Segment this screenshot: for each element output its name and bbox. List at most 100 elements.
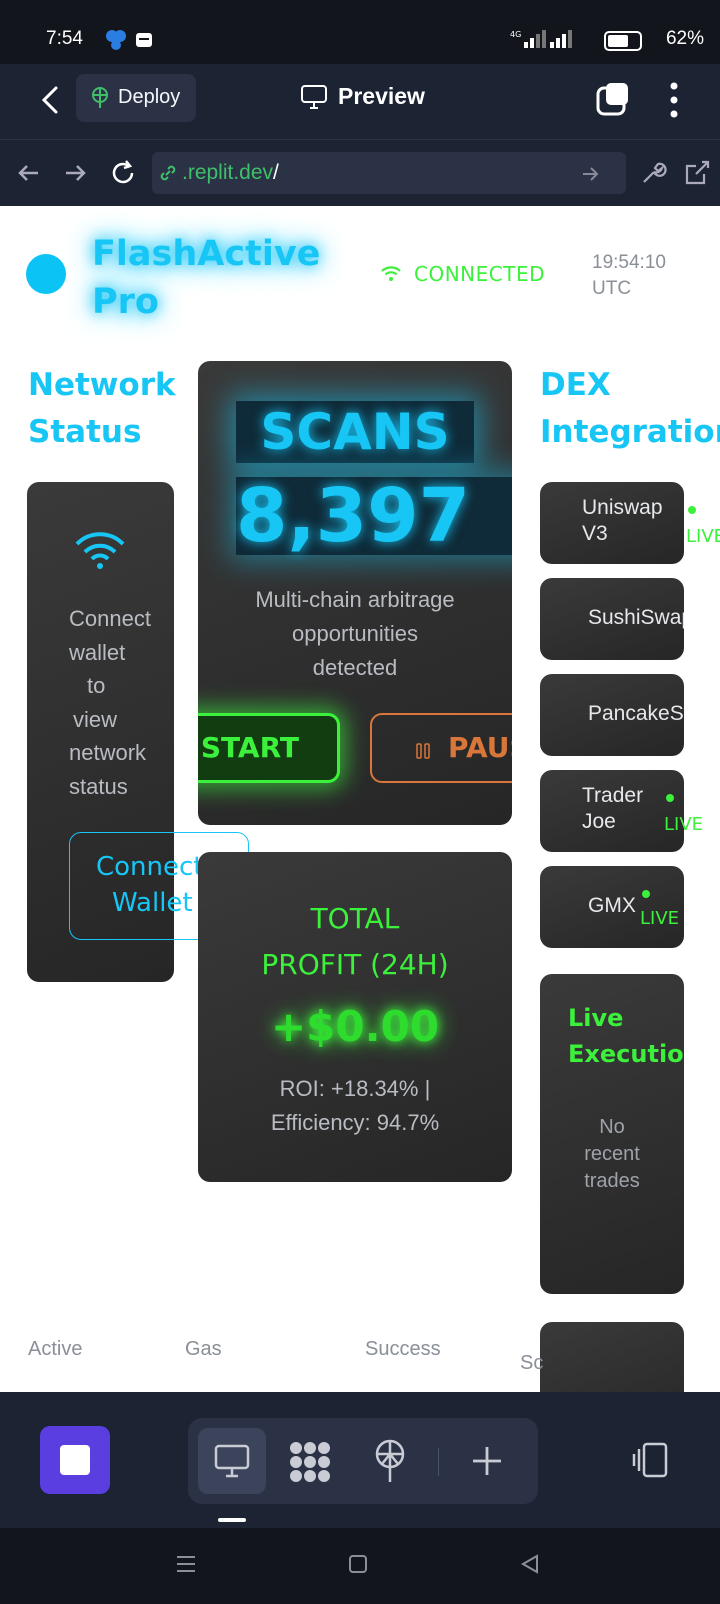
more-options-icon[interactable]: [664, 80, 684, 120]
scans-count: 8,397: [236, 477, 512, 555]
workspace-icon[interactable]: [288, 1440, 332, 1482]
pause-button[interactable]: PAUSE: [370, 713, 512, 783]
sim-icon: [136, 33, 152, 47]
clock-zone: UTC: [592, 278, 632, 299]
brand-line1: FlashActive: [92, 234, 321, 274]
profit-title-line1: TOTAL: [310, 902, 400, 935]
deploy-button[interactable]: Deploy: [76, 74, 196, 122]
dex-name-line1: Trader: [582, 784, 644, 807]
live-badge: LIVE: [664, 814, 704, 835]
dex-title-line2: Integration: [540, 414, 720, 450]
utc-clock: 19:54:10 UTC: [592, 250, 666, 302]
profit-title: TOTAL PROFIT (24H): [198, 896, 512, 988]
stop-button[interactable]: [40, 1426, 110, 1494]
url-field[interactable]: .replit.dev/: [152, 152, 626, 194]
profit-title-line2: PROFIT (24H): [261, 948, 449, 981]
signal-icon: [550, 30, 572, 48]
go-icon[interactable]: [580, 164, 600, 184]
app-preview: FlashActive Pro CONNECTED 19:54:10 UTC N…: [0, 206, 720, 1392]
brand-title: FlashActive Pro: [92, 230, 320, 326]
dex-item-pancakeswap[interactable]: PancakeSwap: [540, 674, 684, 756]
deploy-tab-icon[interactable]: [370, 1438, 410, 1484]
stat-label-success: Success: [365, 1338, 441, 1360]
replit-header: Deploy Preview: [0, 64, 720, 140]
svg-text:4G: 4G: [510, 30, 521, 39]
reload-icon[interactable]: [108, 158, 138, 188]
stop-icon: [60, 1445, 90, 1475]
dex-item-gmx[interactable]: GMX LIVE: [540, 866, 684, 948]
deploy-icon: [92, 87, 108, 108]
stat-label-gas: Gas: [185, 1338, 222, 1360]
preview-label: Preview: [338, 83, 425, 109]
wifi-signal-icon: [75, 532, 125, 569]
live-dot: [666, 794, 674, 802]
link-icon: [160, 165, 176, 181]
message-word: status: [69, 773, 128, 799]
desc-line2: opportunities: [292, 621, 418, 646]
live-title-line2: Execution: [568, 1040, 684, 1068]
desc-line3: detected: [312, 655, 398, 680]
dex-name-line2: V3: [582, 522, 608, 545]
system-status-bar: 7:54 4G 62%: [0, 0, 720, 64]
dex-item-uniswap[interactable]: Uniswap V3 LIVE: [540, 482, 720, 564]
network-title-line1: Network: [28, 367, 176, 403]
message-word: view: [73, 706, 118, 732]
empty-line2: recent: [584, 1143, 640, 1165]
recents-icon[interactable]: [174, 1552, 198, 1576]
live-badge: LIVE: [686, 526, 720, 547]
empty-line1: No: [599, 1116, 625, 1138]
tool-tabs: [188, 1418, 538, 1504]
dex-name: SushiSwap: [588, 606, 684, 629]
battery-icon: [604, 31, 642, 51]
scans-label: SCANS: [236, 401, 474, 463]
connection-status: CONNECTED: [414, 262, 545, 286]
start-label: START: [200, 731, 299, 764]
tab-preview[interactable]: [198, 1428, 266, 1494]
signal-4g-icon: 4G: [510, 30, 546, 48]
open-external-icon[interactable]: [682, 158, 712, 188]
status-dot: [26, 254, 66, 294]
network-title-line2: Status: [28, 414, 142, 450]
dex-name: PancakeSwap: [588, 702, 684, 725]
devtools-wrench-icon[interactable]: [638, 158, 668, 188]
flash-card: [540, 1322, 684, 1392]
desc-line1: Multi-chain arbitrage: [255, 587, 455, 612]
connect-button-clip: [174, 826, 198, 946]
battery-percent: 62%: [665, 28, 704, 49]
message-word: network: [69, 740, 147, 765]
message-word: Connect: [69, 606, 151, 631]
roi-line: ROI: +18.34% |: [279, 1076, 431, 1101]
monitor-icon: [301, 85, 327, 109]
home-icon[interactable]: [346, 1552, 370, 1576]
message-word: to: [87, 673, 106, 698]
live-execution-title: Live Execution: [568, 1000, 684, 1072]
wifi-icon: [381, 266, 401, 281]
add-icon[interactable]: [470, 1444, 504, 1478]
dex-name: Uniswap V3: [582, 495, 663, 547]
dex-name-line2: Joe: [582, 810, 616, 833]
browser-back-icon[interactable]: [14, 158, 44, 188]
pause-icon: [416, 743, 430, 759]
live-dot: [642, 890, 650, 898]
dex-item-traderjoe[interactable]: Trader Joe LIVE: [540, 770, 703, 852]
back-icon[interactable]: [36, 82, 70, 118]
active-tab-indicator: [218, 1518, 246, 1522]
layout-toggle-icon[interactable]: [630, 1440, 670, 1480]
message-word: wallet: [69, 639, 126, 665]
back-nav-icon[interactable]: [518, 1552, 542, 1576]
no-trades-message: No recent trades: [540, 1114, 684, 1195]
clock-time: 19:54:10: [592, 252, 666, 273]
scans-description: Multi-chain arbitrage opportunities dete…: [198, 583, 512, 685]
pause-label: PAUSE: [448, 731, 512, 764]
profit-metrics: ROI: +18.34% | Efficiency: 94.7%: [198, 1072, 512, 1140]
status-time: 7:54: [46, 28, 83, 49]
start-button[interactable]: START: [198, 713, 340, 783]
dex-item-sushiswap[interactable]: SushiSwap: [540, 578, 684, 660]
stat-label-sc: Sc: [520, 1352, 544, 1374]
live-execution-card: Live Execution No recent trades: [540, 974, 684, 1294]
efficiency-line: Efficiency: 94.7%: [270, 1110, 440, 1135]
browser-forward-icon[interactable]: [60, 158, 90, 188]
browser-url-bar: .replit.dev/: [0, 140, 720, 206]
tabs-icon[interactable]: [596, 82, 630, 116]
dex-name: Trader Joe: [582, 783, 643, 835]
